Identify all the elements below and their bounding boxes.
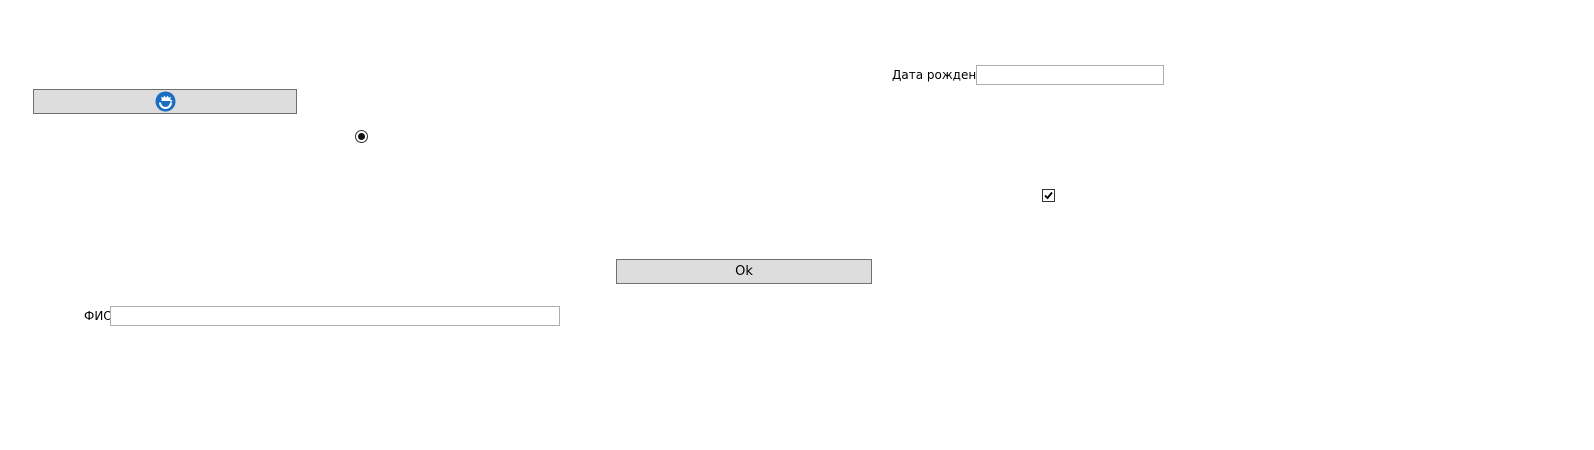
- checkmark-icon: [1043, 190, 1054, 204]
- refresh-icon: [155, 91, 176, 112]
- birth-date-input[interactable]: [976, 65, 1164, 85]
- option-radio[interactable]: [355, 130, 368, 143]
- ok-button[interactable]: Ok: [616, 259, 872, 284]
- option-checkbox[interactable]: [1042, 189, 1055, 202]
- fio-input[interactable]: [110, 306, 560, 326]
- form-window: Дата рождения Ok ФИО: [0, 0, 1594, 450]
- fio-label: ФИО: [84, 309, 113, 323]
- icon-button[interactable]: [33, 89, 297, 114]
- radio-dot: [358, 133, 365, 140]
